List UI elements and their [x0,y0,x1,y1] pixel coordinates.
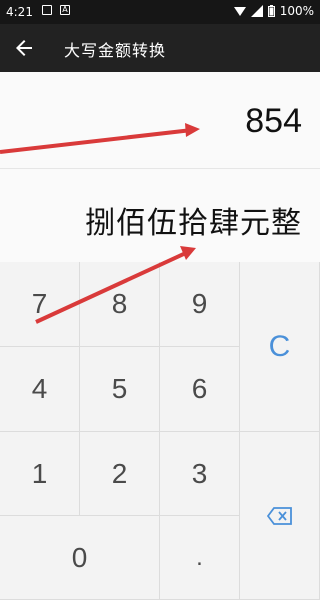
signal-icon [250,5,263,17]
clear-button[interactable]: C [240,262,320,432]
battery-level: 100% [279,4,314,18]
key-1[interactable]: 1 [0,432,80,516]
delete-button[interactable] [240,432,320,600]
app-bar: 大写金额转换 [0,24,320,72]
status-right: 100% [233,4,314,18]
key-5[interactable]: 5 [80,347,160,432]
keypad: 7 8 9 C 4 5 6 1 2 3 0 . [0,262,320,600]
key-2[interactable]: 2 [80,432,160,516]
key-9[interactable]: 9 [160,262,240,347]
dot-button[interactable]: . [160,516,240,600]
page-title: 大写金额转换 [64,41,167,60]
display-area: 854 捌佰伍拾肆元整 [0,72,320,262]
key-8[interactable]: 8 [80,262,160,347]
image-notification-icon [42,5,52,15]
key-6[interactable]: 6 [160,347,240,432]
app-notification-icon: A [60,5,70,15]
status-bar: 4:21 A 100% [0,0,320,24]
status-time: 4:21 [6,5,33,19]
key-4[interactable]: 4 [0,347,80,432]
number-display: 854 [245,102,302,140]
result-display: 捌佰伍拾肆元整 [85,206,302,241]
key-3[interactable]: 3 [160,432,240,516]
battery-icon [267,5,275,17]
display-divider [0,168,320,169]
backspace-icon [266,506,292,525]
arrow-left-icon[interactable] [12,36,36,60]
key-0[interactable]: 0 [0,516,160,600]
key-7[interactable]: 7 [0,262,80,347]
wifi-icon [233,7,246,16]
